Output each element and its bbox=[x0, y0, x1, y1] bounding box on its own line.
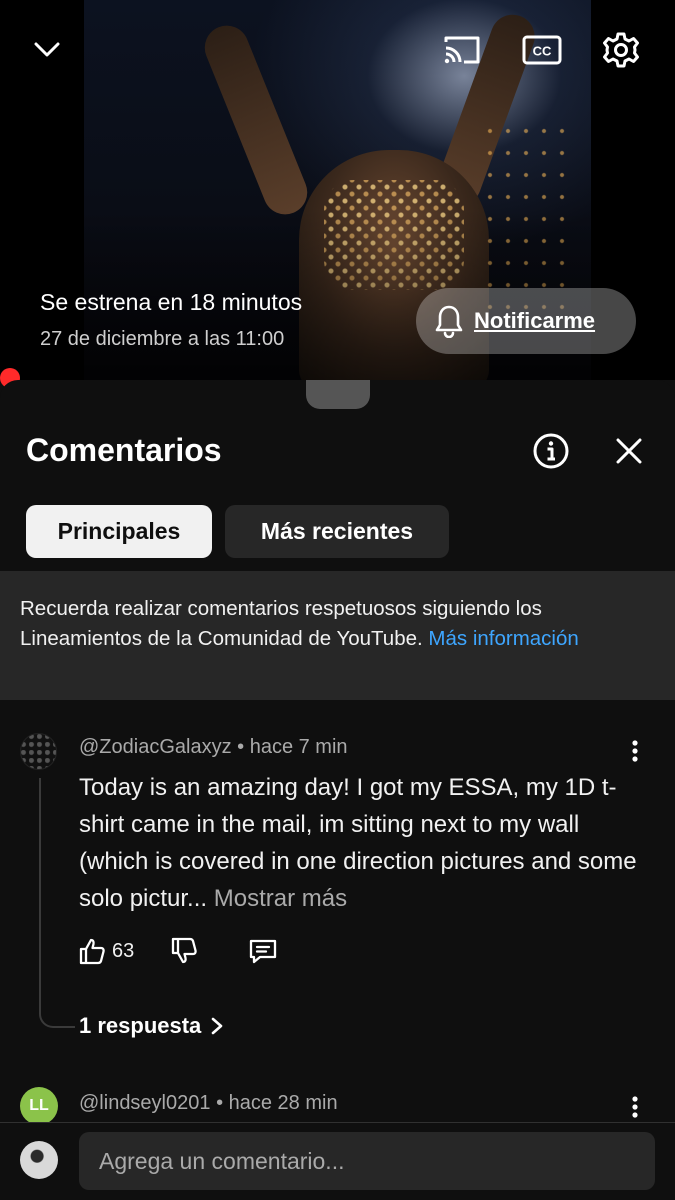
compose-bar bbox=[0, 1122, 675, 1200]
info-button[interactable] bbox=[530, 430, 572, 472]
avatar bbox=[20, 1141, 58, 1179]
avatar[interactable]: LL bbox=[20, 1087, 58, 1125]
reply-button[interactable] bbox=[248, 933, 278, 969]
avatar[interactable] bbox=[20, 733, 57, 770]
comment-text: Today is an amazing day! I got my ESSA, … bbox=[79, 769, 639, 917]
info-icon bbox=[533, 433, 569, 469]
bell-icon bbox=[435, 305, 463, 338]
notify-me-button[interactable]: Notificarme bbox=[416, 288, 636, 354]
comment-author[interactable]: @ZodiacGalaxyz bbox=[79, 736, 232, 758]
comment-menu-button[interactable] bbox=[625, 1094, 645, 1120]
cc-icon: CC bbox=[522, 35, 562, 65]
gear-icon bbox=[603, 32, 639, 68]
comments-panel: Comentarios Principales Más recientes Re… bbox=[0, 380, 675, 1200]
reply-comment-icon bbox=[249, 939, 277, 964]
notify-me-label: Notificarme bbox=[474, 308, 596, 333]
comment-time: hace 7 min bbox=[249, 736, 348, 758]
svg-text:CC: CC bbox=[533, 44, 552, 59]
learn-more-link[interactable]: Más información bbox=[428, 627, 578, 650]
like-count: 63 bbox=[112, 939, 135, 962]
thumbs-down-icon bbox=[171, 937, 197, 964]
panel-title: Comentarios bbox=[26, 432, 222, 468]
replies-count: 1 respuesta bbox=[79, 1013, 202, 1038]
premiere-date: 27 de diciembre a las 11:00 bbox=[40, 328, 285, 350]
thread-line bbox=[39, 778, 75, 1028]
settings-button[interactable] bbox=[599, 28, 643, 72]
more-vert-icon bbox=[632, 740, 638, 762]
comment-author[interactable]: @lindseyl0201 bbox=[79, 1092, 211, 1114]
show-more-link[interactable]: Mostrar más bbox=[214, 885, 347, 912]
cast-icon bbox=[444, 36, 480, 64]
close-button[interactable] bbox=[608, 430, 650, 472]
comment-body: Today is an amazing day! I got my ESSA, … bbox=[79, 774, 637, 912]
add-comment-input[interactable] bbox=[79, 1132, 655, 1190]
comment-meta: @ZodiacGalaxyz • hace 7 min bbox=[79, 736, 348, 759]
tab-top-comments[interactable]: Principales bbox=[26, 505, 212, 558]
video-player[interactable]: CC Se estrena en 18 minutos 27 de diciem… bbox=[0, 0, 675, 380]
close-icon bbox=[616, 438, 642, 464]
like-button[interactable]: 63 bbox=[78, 933, 134, 969]
tab-newest-comments[interactable]: Más recientes bbox=[225, 505, 449, 558]
thumbs-up-icon bbox=[79, 938, 105, 965]
minimize-button[interactable] bbox=[25, 28, 69, 72]
comment-meta: @lindseyl0201 • hace 28 min bbox=[79, 1092, 338, 1115]
drag-handle[interactable] bbox=[306, 380, 370, 409]
cast-button[interactable] bbox=[440, 28, 484, 72]
meta-separator: • bbox=[237, 736, 250, 758]
meta-separator: • bbox=[216, 1092, 229, 1114]
premiere-countdown: Se estrena en 18 minutos bbox=[40, 289, 303, 315]
more-vert-icon bbox=[632, 1096, 638, 1118]
dislike-button[interactable] bbox=[170, 933, 198, 969]
chevron-right-icon bbox=[211, 1017, 223, 1035]
view-replies-button[interactable]: 1 respuesta bbox=[79, 1013, 225, 1039]
comment-time: hace 28 min bbox=[228, 1092, 338, 1114]
comment-menu-button[interactable] bbox=[625, 738, 645, 764]
community-guidelines-notice: Recuerda realizar comentarios respetuoso… bbox=[0, 571, 675, 700]
chevron-down-icon bbox=[34, 42, 60, 57]
captions-button[interactable]: CC bbox=[520, 28, 564, 72]
